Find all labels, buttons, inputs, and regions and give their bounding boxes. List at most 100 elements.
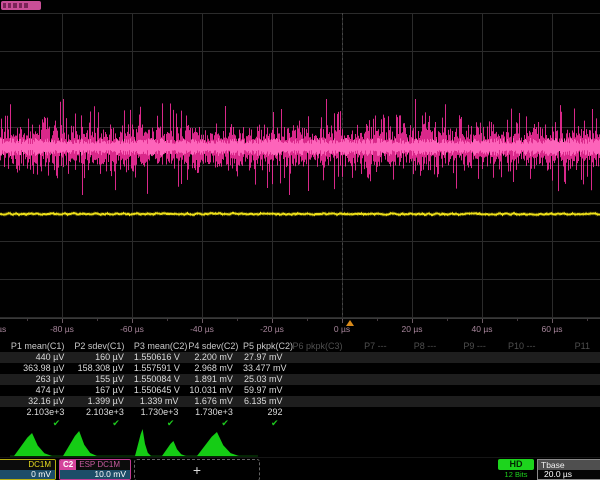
channel-c1-descriptor[interactable]: DC1M 0 mV [0, 459, 56, 480]
measure-value-cell [496, 363, 546, 374]
histicon [162, 441, 186, 456]
time-axis-label: 20 µs [382, 324, 442, 334]
measure-value-cell [347, 396, 397, 407]
histicon [135, 429, 151, 456]
measure-value-cell: 32.16 µV [0, 396, 74, 407]
measure-value-cell: 1.891 mV [188, 374, 243, 385]
measure-value-cell [496, 407, 546, 418]
measure-value-cell: 155 µV [74, 374, 134, 385]
axis-tick [482, 319, 483, 323]
measure-value-cell [545, 396, 600, 407]
time-axis-label: 40 µs [452, 324, 512, 334]
measure-table-row: 363.98 µV158.308 µV1.557591 V2.968 mV33.… [0, 363, 600, 374]
histicon [14, 433, 52, 456]
measure-value-cell [347, 407, 397, 418]
measure-value-cell [397, 385, 447, 396]
axis-minor-tick [447, 319, 448, 321]
measure-value-cell: 1.399 µV [74, 396, 134, 407]
axis-tick [272, 319, 273, 323]
param-header-p4[interactable]: P4 sdev(C2) [188, 340, 243, 352]
param-header-p1[interactable]: P1 mean(C1) [0, 340, 74, 352]
axis-tick [342, 319, 343, 323]
c2-channel-badge: C2 [60, 460, 76, 470]
measure-value-cell [545, 407, 600, 418]
measure-value-cell: 474 µV [0, 385, 74, 396]
axis-minor-tick [97, 319, 98, 321]
add-trace-button[interactable]: + [134, 459, 260, 480]
hd-mode-indicator[interactable]: HD 12 Bits [498, 459, 534, 480]
measure-table-row: 474 µV167 µV1.550645 V10.031 mV59.97 mV [0, 385, 600, 396]
channel-c2-descriptor[interactable]: C2 ESP DC1M 10.0 mV [59, 459, 131, 480]
measure-value-cell [293, 374, 348, 385]
measure-value-cell [545, 374, 600, 385]
axis-tick [62, 319, 63, 323]
axis-minor-tick [377, 319, 378, 321]
measure-value-cell: 10.031 mV [188, 385, 243, 396]
param-header-p2[interactable]: P2 sdev(C1) [74, 340, 134, 352]
measure-table-row: 440 µV160 µV1.550616 V2.200 mV27.97 mV [0, 352, 600, 363]
axis-tick [132, 319, 133, 323]
measure-value-cell: 2.200 mV [188, 352, 243, 363]
param-header-p10[interactable]: P10 --- [496, 340, 546, 352]
measure-value-cell: 1.550645 V [134, 385, 189, 396]
time-axis-label: -80 µs [32, 324, 92, 334]
measure-value-cell [397, 363, 447, 374]
measure-value-cell: 27.97 mV [243, 352, 293, 363]
histicon [197, 432, 239, 456]
measure-value-cell: 59.97 mV [243, 385, 293, 396]
measure-value-cell [347, 385, 397, 396]
measure-value-cell [545, 363, 600, 374]
param-header-p8[interactable]: P8 --- [397, 340, 447, 352]
measure-value-cell: 158.308 µV [74, 363, 134, 374]
measure-value-cell [446, 363, 496, 374]
measure-value-cell [293, 352, 348, 363]
timebase-descriptor[interactable]: Tbase 20.0 µs [537, 459, 600, 480]
measure-value-cell: 1.557591 V [134, 363, 189, 374]
measure-value-cell [496, 396, 546, 407]
parameter-histicons [0, 428, 600, 458]
measure-value-cell [347, 374, 397, 385]
measure-value-cell: 1.550084 V [134, 374, 189, 385]
param-header-p11[interactable]: P11 [545, 340, 600, 352]
param-header-p6[interactable]: P6 pkpk(C3) [293, 340, 348, 352]
param-header-p5[interactable]: P5 pkpk(C2) [243, 340, 293, 352]
c2-scale-value: 10.0 mV [60, 470, 130, 479]
oscilloscope-screen: -100 µs-80 µs-60 µs-40 µs-20 µs0 µs20 µs… [0, 0, 600, 480]
measure-value-cell [397, 407, 447, 418]
measure-value-cell [397, 374, 447, 385]
axis-tick [412, 319, 413, 323]
measure-value-cell [347, 363, 397, 374]
time-axis-label: 60 µs [522, 324, 582, 334]
param-header-p9[interactable]: P9 --- [446, 340, 496, 352]
measure-value-cell [293, 363, 348, 374]
trigger-position-marker[interactable] [346, 320, 354, 326]
measure-value-cell [446, 396, 496, 407]
measure-value-cell [545, 385, 600, 396]
measure-value-cell: 1.730e+3 [188, 407, 243, 418]
axis-minor-tick [307, 319, 308, 321]
axis-tick [202, 319, 203, 323]
axis-minor-tick [27, 319, 28, 321]
waveform-grid[interactable] [0, 0, 600, 318]
measure-value-cell [397, 352, 447, 363]
hd-bits-label: 12 Bits [498, 470, 534, 479]
measure-value-cell [496, 385, 546, 396]
param-header-p7[interactable]: P7 --- [347, 340, 397, 352]
measure-value-cell: 6.135 mV [243, 396, 293, 407]
param-header-p3[interactable]: P3 mean(C2) [134, 340, 189, 352]
measure-value-cell: 2.103e+3 [74, 407, 134, 418]
measure-value-cell [347, 352, 397, 363]
measure-value-cell: 363.98 µV [0, 363, 74, 374]
measure-value-cell [496, 352, 546, 363]
measure-value-cell: 440 µV [0, 352, 74, 363]
measure-value-cell: 2.103e+3 [0, 407, 74, 418]
axis-minor-tick [587, 319, 588, 321]
plus-icon: + [193, 462, 201, 478]
measure-value-cell: 263 µV [0, 374, 74, 385]
measure-value-cell: 1.730e+3 [134, 407, 189, 418]
measure-table-row: 263 µV155 µV1.550084 V1.891 mV25.03 mV [0, 374, 600, 385]
measure-value-cell [293, 396, 348, 407]
measure-value-cell: 1.676 mV [188, 396, 243, 407]
timebase-value: 20.0 µs [538, 470, 600, 479]
measure-value-cell [545, 352, 600, 363]
